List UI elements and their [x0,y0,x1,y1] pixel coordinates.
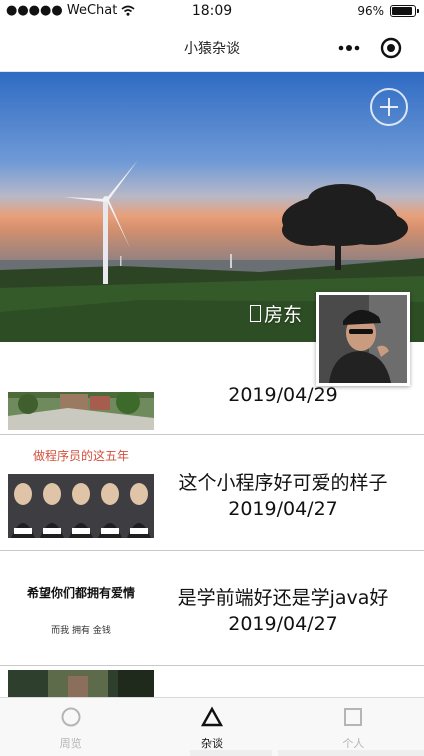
home-indicator [190,750,272,756]
profile-name-icon [250,305,261,322]
post-feed: 2019/04/29 做程序员的这五年 这个小程序好可爱的样子 2019/04/… [0,342,424,698]
post-thumbnail-line2: 而我 拥有 金钱 [51,624,111,636]
profile-name: 房东 [264,304,303,326]
list-item[interactable]: 做程序员的这五年 这个小程序好可爱的样子 2019/04/27 [0,436,424,551]
status-right: 96% [357,4,419,18]
post-date: 2019/04/27 [228,498,338,520]
battery-fill [392,7,413,15]
tab-label: 个人 [342,737,365,750]
post-thumbnail [8,670,154,698]
tab-profile[interactable]: 个人 [283,698,424,756]
battery-percent: 96% [357,4,384,18]
status-bar: ●●●●● WeChat 18:09 96% [0,0,424,24]
circle-icon [61,707,81,727]
username: 房东 [250,300,302,327]
nav-bar: 小猿杂谈 [0,24,424,72]
list-item[interactable]: 希望你们都拥有爱情 而我 拥有 金钱 是学前端好还是学java好 2019/04… [0,551,424,666]
post-thumbnail: 希望你们都拥有爱情 而我 拥有 金钱 [8,571,154,651]
tab-label: 周览 [59,737,82,750]
post-title: 这个小程序好可爱的样子 [178,472,388,494]
post-thumbnail [8,392,154,430]
battery-icon [390,5,419,17]
avatar-image [319,295,407,383]
post-date: 2019/04/27 [228,613,338,635]
tab-label: 杂谈 [200,737,223,750]
post-thumbnail: 做程序员的这五年 [8,444,154,540]
triangle-icon [200,706,224,727]
post-thumbnail-line1: 希望你们都拥有爱情 [26,585,135,600]
list-item[interactable] [0,666,424,698]
close-target-icon[interactable] [380,37,402,59]
tab-bar: 周览 杂谈 个人 [0,697,424,756]
post-thumbnail-caption: 做程序员的这五年 [33,448,129,463]
tab-overview[interactable]: 周览 [0,698,141,756]
mini-program-capsule [324,34,410,62]
home-indicator [278,750,424,756]
screen: ●●●●● WeChat 18:09 96% 小猿杂谈 房东 2019/04/2… [0,0,424,756]
square-icon [344,708,363,726]
tab-talk[interactable]: 杂谈 [141,698,282,756]
avatar[interactable] [316,292,410,386]
add-post-button[interactable] [370,88,408,126]
more-icon[interactable] [338,44,360,52]
post-title: 是学前端好还是学java好 [177,587,389,609]
